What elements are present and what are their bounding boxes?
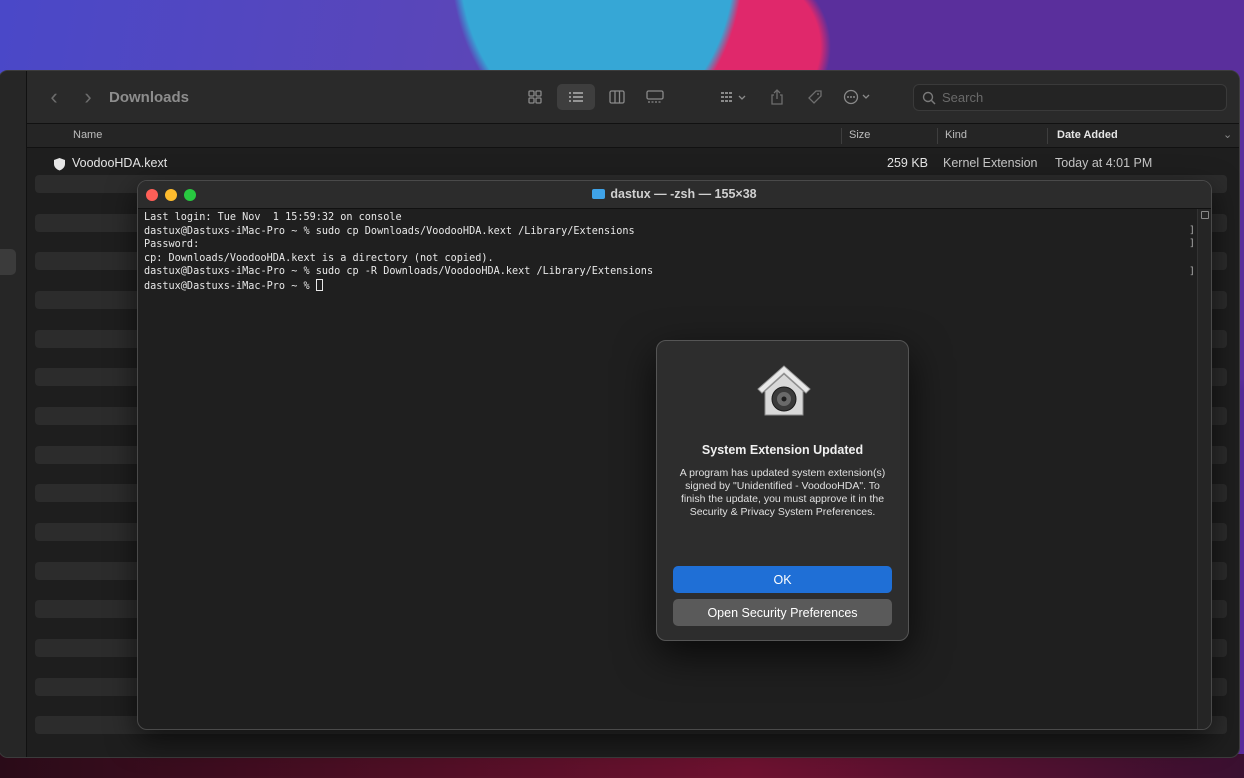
share-icon[interactable] xyxy=(761,84,793,110)
terminal-title: dastux — -zsh — 155×38 xyxy=(610,187,757,201)
system-extension-dialog: System Extension Updated A program has u… xyxy=(656,340,909,641)
more-actions-icon[interactable] xyxy=(837,84,879,110)
terminal-line: dastux@Dastuxs-iMac-Pro ~ % sudo cp -R D… xyxy=(144,266,654,277)
terminal-prompt: dastux@Dastuxs-iMac-Pro ~ % xyxy=(144,280,316,292)
column-view-icon[interactable] xyxy=(601,84,633,110)
back-button[interactable]: ‹ xyxy=(37,84,71,110)
chevron-down-icon[interactable]: ⌄ xyxy=(1223,128,1232,141)
column-kind[interactable]: Kind xyxy=(945,129,967,141)
table-row[interactable]: VoodooHDA.kext 259 KB Kernel Extension T… xyxy=(27,153,1239,175)
file-size: 259 KB xyxy=(887,156,929,170)
dialog-title: System Extension Updated xyxy=(701,443,864,457)
list-view-icon[interactable] xyxy=(557,84,595,110)
search-icon xyxy=(922,91,936,105)
terminal-output[interactable]: Last login: Tue Nov 1 15:59:32 on consol… xyxy=(138,209,1211,295)
file-kind: Kernel Extension xyxy=(943,156,1038,170)
search-placeholder: Search xyxy=(942,90,984,105)
terminal-line: dastux@Dastuxs-iMac-Pro ~ % sudo cp Down… xyxy=(144,225,635,237)
column-header: Name Size Kind Date Added ⌄ xyxy=(27,124,1239,148)
icon-view-icon[interactable] xyxy=(519,84,551,110)
dialog-message: A program has updated system extension(s… xyxy=(679,467,886,518)
terminal-line: cp: Downloads/VoodooHDA.kext is a direct… xyxy=(144,252,494,264)
text-cursor xyxy=(315,278,323,291)
forward-button[interactable]: › xyxy=(71,84,105,110)
file-date-added: Today at 4:01 PM xyxy=(1055,156,1153,170)
terminal-titlebar[interactable]: dastux — -zsh — 155×38 xyxy=(138,181,1211,209)
group-by-icon[interactable] xyxy=(713,84,755,110)
gallery-view-icon[interactable] xyxy=(639,84,671,110)
terminal-line: Password: xyxy=(144,239,200,250)
window-title: Downloads xyxy=(109,88,190,106)
ok-button[interactable]: OK xyxy=(673,566,892,593)
security-lock-icon xyxy=(754,363,814,419)
tag-icon[interactable] xyxy=(799,84,831,110)
sidebar-selected-item[interactable] xyxy=(0,249,16,275)
kext-shield-icon xyxy=(53,157,66,174)
terminal-line: Last login: Tue Nov 1 15:59:32 on consol… xyxy=(144,212,402,223)
file-name: VoodooHDA.kext xyxy=(72,156,168,170)
column-name[interactable]: Name xyxy=(73,129,102,141)
folder-icon xyxy=(592,189,606,199)
column-date-added[interactable]: Date Added xyxy=(1057,129,1118,141)
terminal-scrollbar[interactable] xyxy=(1197,209,1211,729)
finder-toolbar: ‹ › Downloads Search xyxy=(27,71,1239,124)
search-field[interactable]: Search xyxy=(913,84,1227,111)
column-size[interactable]: Size xyxy=(849,129,870,141)
open-security-preferences-button[interactable]: Open Security Preferences xyxy=(673,599,892,626)
finder-sidebar[interactable] xyxy=(0,71,27,757)
scroll-icon[interactable] xyxy=(1201,211,1209,219)
